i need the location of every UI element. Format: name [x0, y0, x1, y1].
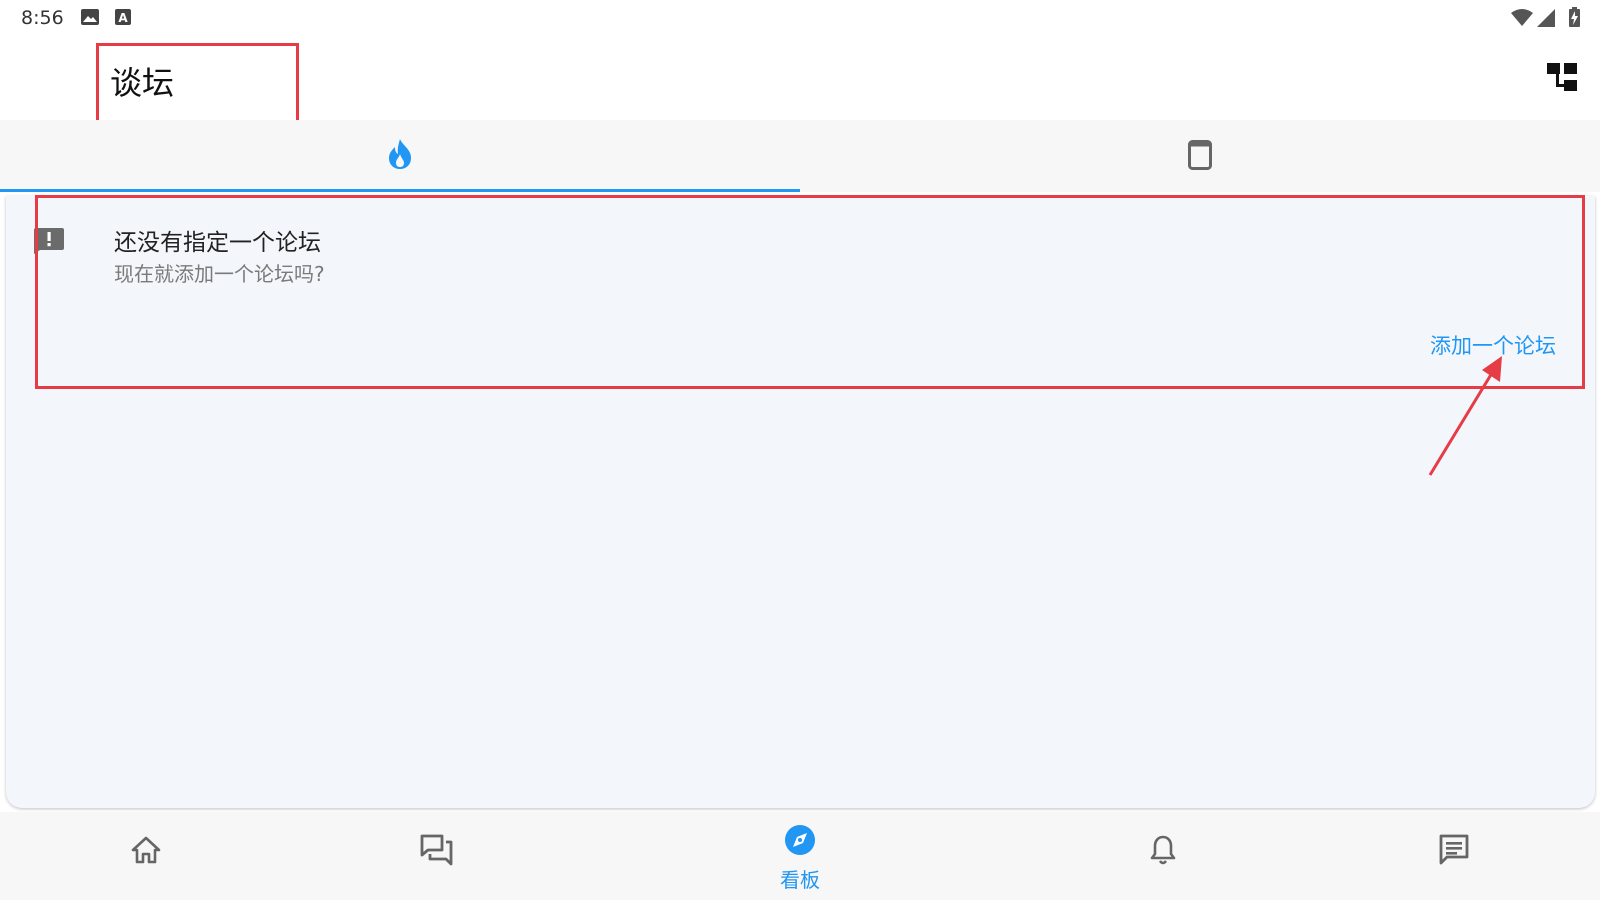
home-icon — [131, 836, 161, 868]
annotation-box-notice — [35, 195, 1585, 389]
nav-boards-label: 看板 — [780, 868, 820, 892]
image-icon — [81, 9, 99, 29]
tab-bar — [0, 120, 1600, 192]
bell-icon — [1150, 834, 1176, 870]
keyboard-a-icon: A — [115, 9, 131, 29]
tab-boards[interactable] — [800, 120, 1600, 192]
forum-icon — [420, 834, 454, 870]
flame-icon — [387, 138, 413, 174]
nav-boards[interactable]: 看板 — [640, 812, 960, 900]
message-icon — [1438, 834, 1470, 870]
battery-charging-icon — [1569, 7, 1580, 31]
tablet-icon — [1188, 140, 1212, 174]
nav-forum[interactable] — [320, 812, 640, 900]
nav-messages[interactable] — [1280, 812, 1600, 900]
nav-notifications[interactable] — [960, 812, 1280, 900]
wifi-icon — [1511, 9, 1533, 31]
tab-indicator — [0, 189, 800, 192]
tree-structure-icon — [1547, 63, 1577, 91]
nav-home[interactable] — [0, 812, 320, 900]
bottom-navigation: 看板 — [0, 812, 1600, 900]
status-time: 8:56 — [21, 7, 64, 29]
tree-view-button[interactable] — [1546, 60, 1580, 94]
signal-icon — [1537, 9, 1555, 31]
svg-text:A: A — [118, 11, 128, 25]
status-bar: 8:56 A — [0, 0, 1600, 36]
tab-hot[interactable] — [0, 120, 800, 192]
annotation-arrow — [1428, 356, 1502, 476]
compass-icon — [784, 824, 816, 860]
